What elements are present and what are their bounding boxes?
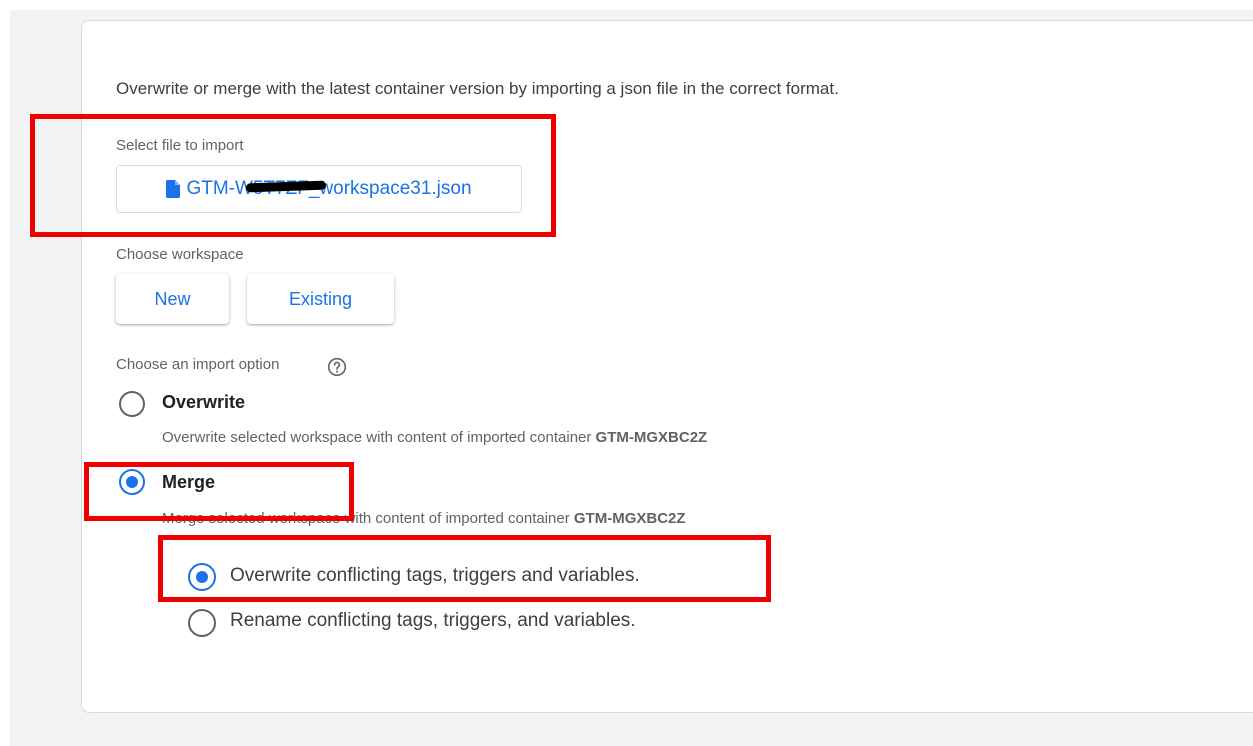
rename-conflicts-radio[interactable] bbox=[188, 609, 216, 637]
overwrite-option-title: Overwrite bbox=[162, 392, 246, 412]
overwrite-container-id: GTM-MGXBC2Z bbox=[595, 429, 708, 446]
import-description: Overwrite or merge with the latest conta… bbox=[116, 79, 839, 98]
rename-conflicts-label: Rename conflicting tags, triggers, and v… bbox=[230, 610, 636, 631]
overwrite-radio[interactable] bbox=[119, 391, 145, 417]
page-left-strip bbox=[0, 0, 10, 746]
annotation-box-overwrite-conflicts bbox=[158, 535, 771, 602]
import-option-label: Choose an import option bbox=[116, 356, 280, 373]
existing-workspace-button[interactable]: Existing bbox=[247, 274, 394, 324]
new-workspace-button[interactable]: New bbox=[116, 274, 229, 324]
merge-container-id: GTM-MGXBC2Z bbox=[573, 510, 686, 527]
overwrite-desc-text: Overwrite selected workspace with conten… bbox=[162, 429, 596, 446]
annotation-box-file bbox=[30, 114, 556, 237]
page-top-strip bbox=[0, 0, 1253, 10]
choose-workspace-label: Choose workspace bbox=[116, 246, 244, 263]
annotation-box-merge bbox=[84, 462, 354, 521]
help-circle-icon[interactable] bbox=[327, 357, 347, 377]
overwrite-option-description: Overwrite selected workspace with conten… bbox=[162, 429, 707, 446]
